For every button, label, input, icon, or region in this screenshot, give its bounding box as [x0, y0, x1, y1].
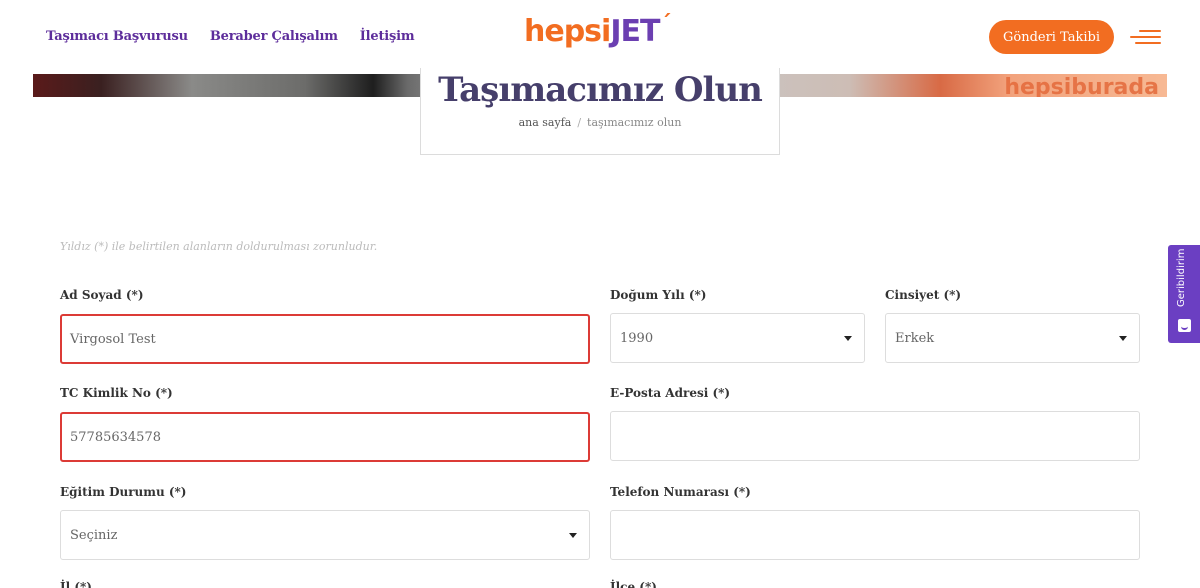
birth-year-select[interactable]: 1990: [610, 313, 865, 363]
chevron-down-icon: [844, 336, 852, 341]
gender-label: Cinsiyet (*): [885, 288, 962, 302]
feedback-tab[interactable]: Geribildirim: [1168, 245, 1200, 343]
birth-year-label: Doğum Yılı (*): [610, 288, 707, 302]
logo-tick-mark: ´: [660, 12, 671, 37]
email-input[interactable]: [610, 411, 1140, 461]
birth-year-value: 1990: [620, 330, 654, 346]
main-nav: Taşımacı Başvurusu Beraber Çalışalım İle…: [46, 29, 415, 44]
tc-input-value: 57785634578: [70, 429, 161, 445]
nav-beraber-calisalim[interactable]: Beraber Çalışalım: [210, 29, 338, 44]
name-label: Ad Soyad (*): [60, 288, 144, 302]
breadcrumb: ana sayfa / taşımacımız olun: [421, 116, 779, 129]
feedback-label: Geribildirim: [1176, 248, 1187, 307]
gender-select[interactable]: Erkek: [885, 313, 1140, 363]
hepsijet-logo[interactable]: hepsiJET´: [524, 12, 671, 49]
gender-value: Erkek: [895, 330, 935, 346]
logo-text-hepsi: hepsi: [524, 14, 611, 49]
logo-text-jet: JET: [610, 14, 660, 49]
tc-label: TC Kimlik No (*): [60, 386, 173, 400]
nav-tasimaci-basvurusu[interactable]: Taşımacı Başvurusu: [46, 29, 188, 44]
required-fields-note: Yıldız (*) ile belirtilen alanların dold…: [60, 240, 378, 253]
name-input[interactable]: Virgosol Test: [60, 314, 590, 364]
smiley-icon: [1178, 319, 1191, 332]
education-select[interactable]: Seçiniz: [60, 510, 590, 560]
page-title: Taşımacımız Olun: [438, 70, 763, 110]
phone-label: Telefon Numarası (*): [610, 485, 751, 499]
tc-input[interactable]: 57785634578: [60, 412, 590, 462]
site-header: Taşımacı Başvurusu Beraber Çalışalım İle…: [0, 0, 1200, 74]
education-label: Eğitim Durumu (*): [60, 485, 187, 499]
banner-brand-text: hepsiburada: [1004, 75, 1159, 97]
chevron-down-icon: [1119, 336, 1127, 341]
hamburger-menu-icon[interactable]: [1130, 28, 1161, 46]
chevron-down-icon: [569, 533, 577, 538]
education-value: Seçiniz: [70, 527, 118, 543]
district-label: İlçe (*): [610, 580, 657, 588]
breadcrumb-current: taşımacımız olun: [587, 116, 682, 129]
breadcrumb-separator: /: [577, 116, 582, 129]
shipment-tracking-button[interactable]: Gönderi Takibi: [989, 20, 1114, 54]
phone-input[interactable]: [610, 510, 1140, 560]
nav-iletisim[interactable]: İletişim: [360, 29, 415, 44]
city-label: İl (*): [60, 580, 92, 588]
breadcrumb-home[interactable]: ana sayfa: [519, 116, 572, 129]
email-label: E-Posta Adresi (*): [610, 386, 731, 400]
name-input-value: Virgosol Test: [70, 331, 156, 347]
page-title-card: Taşımacımız Olun ana sayfa / taşımacımız o…: [420, 68, 780, 155]
